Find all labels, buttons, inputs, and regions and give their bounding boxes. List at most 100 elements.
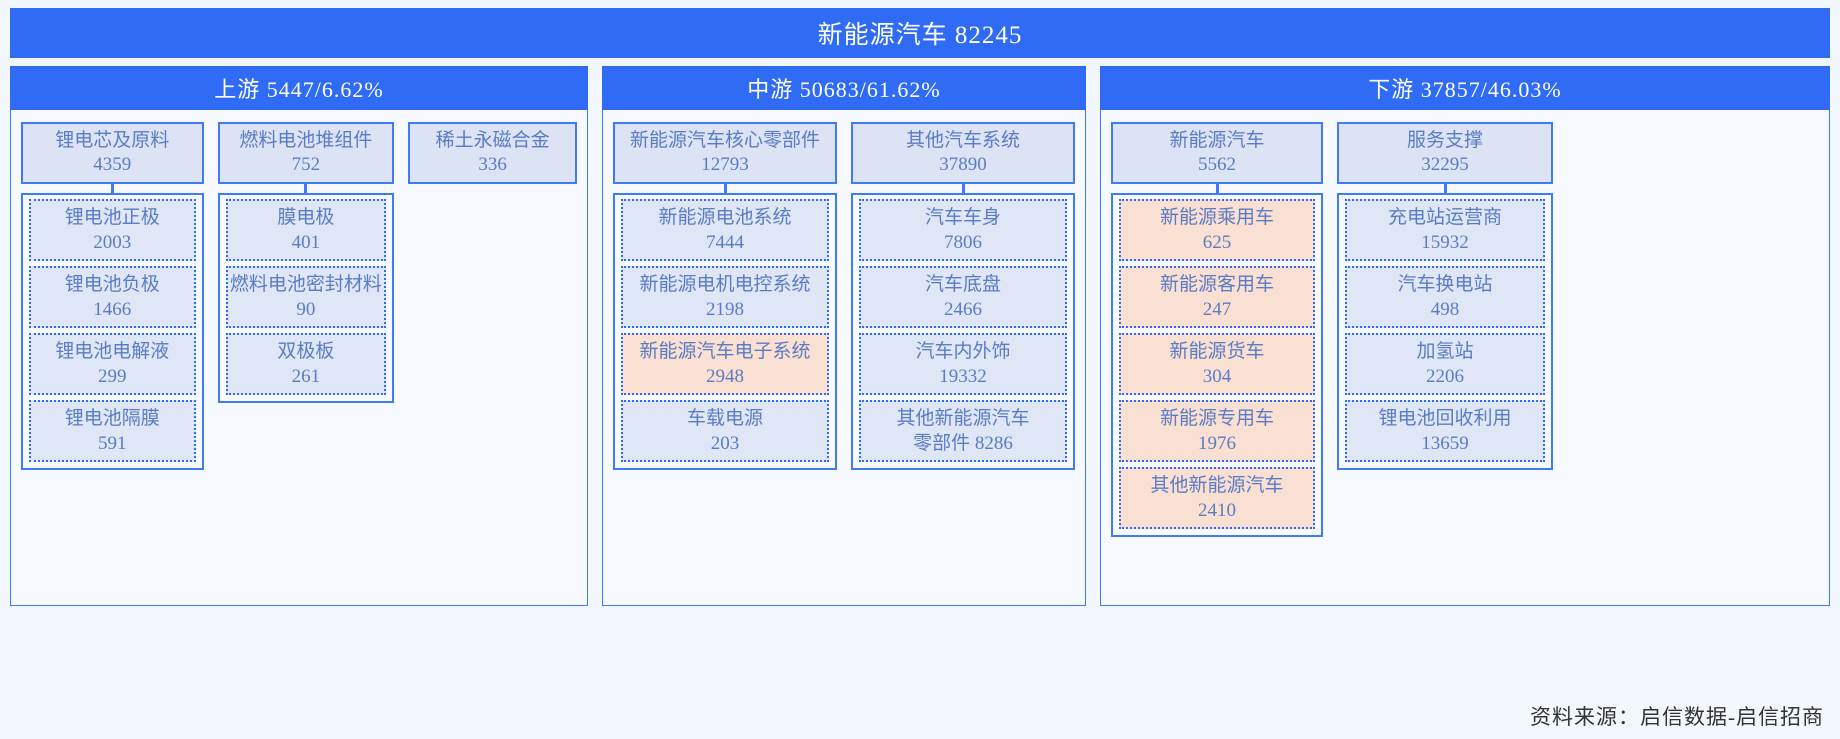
leaf-node-label: 锂电池正极 (64, 206, 160, 228)
group-midstream-1[interactable]: 其他汽车系统 37890 汽车车身 7806 汽车底盘 2466 汽车内外饰 19332 其他新… (851, 122, 1075, 470)
leaf-node[interactable]: 汽车底盘 2466 (859, 266, 1067, 328)
leaf-node-value: 247 (1202, 298, 1232, 320)
leaf-node[interactable]: 锂电池隔膜 591 (29, 400, 196, 462)
group-node-label: 稀土永磁合金 (435, 130, 550, 152)
group-node[interactable]: 锂电芯及原料 4359 (21, 122, 204, 184)
leaf-node-label: 新能源乘用车 (1159, 206, 1274, 228)
tier-body-midstream: 新能源汽车核心零部件 12793 新能源电池系统 7444 新能源电机电控系统 2198 新… (602, 110, 1086, 606)
leaf-node-label: 新能源客用车 (1159, 273, 1274, 295)
group-upstream-1[interactable]: 燃料电池堆组件 752 膜电极 401 燃料电池密封材料 90 双极板 261 (217, 122, 395, 403)
leaf-node-value: 304 (1202, 365, 1232, 387)
tier-header-downstream: 下游 37857/46.03% (1100, 66, 1830, 110)
group-node-label: 服务支撑 (1406, 130, 1483, 152)
leaf-node-label: 膜电极 (277, 206, 335, 228)
leaf-node-value: 261 (291, 365, 321, 387)
leaf-node-value: 2206 (1426, 365, 1464, 387)
group-midstream-0[interactable]: 新能源汽车核心零部件 12793 新能源电池系统 7444 新能源电机电控系统 2198 新… (613, 122, 837, 470)
connector-line (110, 184, 114, 193)
leaf-node[interactable]: 膜电极 401 (225, 199, 387, 261)
tier-body-downstream: 新能源汽车 5562 新能源乘用车 625 新能源客用车 247 新能源货车 304 新能源专用… (1100, 110, 1830, 606)
leaf-node-value: 13659 (1421, 432, 1469, 454)
leaf-node-value: 7444 (706, 231, 744, 253)
leaf-node[interactable]: 新能源货车 304 (1119, 333, 1315, 395)
tier-column-midstream: 中游 50683/61.62% 新能源汽车核心零部件 12793 新能源电池系统 744… (602, 66, 1086, 606)
root-node-banner: 新能源汽车 82245 (10, 8, 1830, 58)
leaf-node[interactable]: 其他新能源汽车 2410 (1119, 467, 1315, 529)
leaf-node[interactable]: 锂电池正极 2003 (29, 199, 196, 261)
group-node-value: 12793 (701, 154, 749, 175)
group-node-value: 752 (291, 154, 321, 175)
group-node[interactable]: 新能源汽车 5562 (1111, 122, 1323, 184)
leaf-node-label: 加氢站 (1416, 340, 1474, 362)
leaf-node[interactable]: 新能源专用车 1976 (1119, 400, 1315, 462)
leaf-node-label: 车载电源 (686, 407, 763, 429)
group-upstream-2[interactable]: 稀土永磁合金 336 (408, 122, 577, 184)
leaf-node-value: 2466 (944, 298, 982, 320)
leaf-node[interactable]: 汽车内外饰 19332 (859, 333, 1067, 395)
leaf-node-value: 零部件 8286 (913, 432, 1013, 454)
leaf-node-label: 新能源货车 (1169, 340, 1265, 362)
leaf-node-label: 燃料电池密封材料 (229, 273, 382, 295)
group-node[interactable]: 其他汽车系统 37890 (851, 122, 1075, 184)
leaf-node-value: 2410 (1198, 499, 1236, 521)
group-downstream-0[interactable]: 新能源汽车 5562 新能源乘用车 625 新能源客用车 247 新能源货车 304 新能源专用… (1111, 122, 1323, 537)
leaf-node-label: 锂电池回收利用 (1378, 407, 1512, 429)
group-node-value: 336 (478, 154, 507, 175)
leaf-node[interactable]: 双极板 261 (225, 333, 387, 395)
leaf-node[interactable]: 新能源汽车电子系统 2948 (621, 333, 829, 395)
group-node-value: 5562 (1198, 154, 1236, 175)
leaf-node[interactable]: 锂电池负极 1466 (29, 266, 196, 328)
leaf-node[interactable]: 新能源电机电控系统 2198 (621, 266, 829, 328)
leaf-node-label: 汽车内外饰 (915, 340, 1011, 362)
leaf-node[interactable]: 汽车换电站 498 (1345, 266, 1545, 328)
leaf-node[interactable]: 其他新能源汽车 零部件 8286 (859, 400, 1067, 462)
group-node[interactable]: 服务支撑 32295 (1337, 122, 1553, 184)
leaf-node-label: 汽车底盘 (924, 273, 1001, 295)
group-downstream-1[interactable]: 服务支撑 32295 充电站运营商 15932 汽车换电站 498 加氢站 2206 锂电池回收… (1337, 122, 1553, 470)
group-node-value: 4359 (93, 154, 132, 175)
leaf-node-label: 双极板 (277, 340, 335, 362)
group-node[interactable]: 稀土永磁合金 336 (408, 122, 577, 184)
leaf-node[interactable]: 新能源电池系统 7444 (621, 199, 829, 261)
leaf-node-value: 19332 (939, 365, 987, 387)
child-list: 汽车车身 7806 汽车底盘 2466 汽车内外饰 19332 其他新能源汽车 零部件 828… (851, 193, 1075, 470)
leaf-node[interactable]: 充电站运营商 15932 (1345, 199, 1545, 261)
leaf-node-value: 1976 (1198, 432, 1236, 454)
group-node-label: 燃料电池堆组件 (239, 130, 373, 152)
leaf-node[interactable]: 新能源客用车 247 (1119, 266, 1315, 328)
leaf-node[interactable]: 锂电池回收利用 13659 (1345, 400, 1545, 462)
tier-column-upstream: 上游 5447/6.62% 锂电芯及原料 4359 锂电池正极 2003 锂电池负极 146… (10, 66, 588, 606)
tier-column-downstream: 下游 37857/46.03% 新能源汽车 5562 新能源乘用车 625 新能源客用车 2… (1100, 66, 1830, 606)
leaf-node-value: 203 (710, 432, 740, 454)
leaf-node-value: 401 (291, 231, 321, 253)
leaf-node[interactable]: 汽车车身 7806 (859, 199, 1067, 261)
group-node[interactable]: 燃料电池堆组件 752 (217, 122, 395, 184)
tier-header-upstream: 上游 5447/6.62% (10, 66, 588, 110)
leaf-node[interactable]: 新能源乘用车 625 (1119, 199, 1315, 261)
connector-line (1443, 184, 1447, 193)
tier-columns: 上游 5447/6.62% 锂电芯及原料 4359 锂电池正极 2003 锂电池负极 146… (10, 66, 1830, 606)
leaf-node-label: 其他新能源汽车 (1150, 474, 1284, 496)
leaf-node-value: 299 (98, 365, 127, 387)
tier-body-upstream: 锂电芯及原料 4359 锂电池正极 2003 锂电池负极 1466 锂电池电解液 299 锂电池… (10, 110, 588, 606)
industry-chain-diagram: 新能源汽车 82245 上游 5447/6.62% 锂电芯及原料 4359 锂电池正极… (0, 0, 1840, 739)
group-node[interactable]: 新能源汽车核心零部件 12793 (613, 122, 837, 184)
leaf-node-label: 锂电池电解液 (55, 340, 170, 362)
connector-line (304, 184, 308, 193)
connector-line (723, 184, 727, 193)
leaf-node[interactable]: 锂电池电解液 299 (29, 333, 196, 395)
group-node-label: 其他汽车系统 (905, 130, 1020, 152)
source-note: 资料来源：启信数据-启信招商 (1530, 705, 1824, 729)
child-list: 充电站运营商 15932 汽车换电站 498 加氢站 2206 锂电池回收利用 13659 (1337, 193, 1553, 470)
leaf-node[interactable]: 车载电源 203 (621, 400, 829, 462)
leaf-node[interactable]: 燃料电池密封材料 90 (225, 266, 387, 328)
leaf-node-value: 1466 (93, 298, 132, 320)
child-list: 锂电池正极 2003 锂电池负极 1466 锂电池电解液 299 锂电池隔膜 591 (21, 193, 204, 470)
connector-line (961, 184, 965, 193)
leaf-node-value: 2198 (706, 298, 744, 320)
child-list: 新能源电池系统 7444 新能源电机电控系统 2198 新能源汽车电子系统 2948 车载电… (613, 193, 837, 470)
leaf-node[interactable]: 加氢站 2206 (1345, 333, 1545, 395)
group-upstream-0[interactable]: 锂电芯及原料 4359 锂电池正极 2003 锂电池负极 1466 锂电池电解液 299 锂电池… (21, 122, 204, 470)
leaf-node-label: 充电站运营商 (1387, 206, 1502, 228)
leaf-node-label: 新能源电机电控系统 (639, 273, 811, 295)
